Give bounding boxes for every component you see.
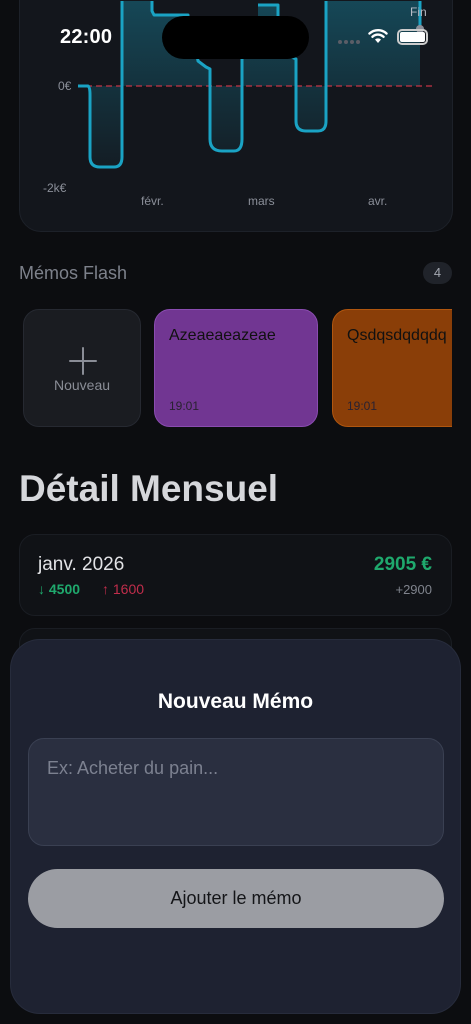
month-total: 2905 €	[373, 554, 432, 575]
memos-carousel[interactable]: Nouveau Azeaeaeazeae 19:01 Qsdqsdqdqdq 1…	[0, 309, 452, 429]
memos-section-title: Mémos Flash	[19, 263, 128, 283]
add-memo-button[interactable]: Ajouter le mémo	[28, 869, 444, 928]
new-memo-sheet: Nouveau Mémo Ajouter le mémo	[10, 639, 461, 1014]
memo-card[interactable]: Azeaeaeazeae 19:01	[154, 309, 318, 427]
chart-end-label: Fin	[410, 5, 427, 19]
memo-title: Azeaeaeazeae	[169, 327, 276, 344]
cellular-signal-icon	[338, 40, 362, 46]
memos-count-badge: 4	[423, 262, 452, 284]
sheet-title: Nouveau Mémo	[157, 690, 314, 713]
x-tick-mar: mars	[248, 194, 275, 208]
new-memo-label: Nouveau	[53, 377, 111, 393]
memo-time: 19:01	[169, 399, 200, 413]
status-time: 22:00	[60, 26, 113, 48]
x-tick-feb: févr.	[141, 194, 164, 208]
dynamic-island	[162, 16, 309, 59]
memo-card[interactable]: Qsdqsdqdqdq 19:01	[332, 309, 452, 427]
plus-icon	[69, 347, 97, 375]
month-expense: ↑ 1600	[102, 581, 145, 597]
battery-icon	[397, 29, 428, 45]
month-name: janv. 2026	[38, 554, 125, 575]
y-tick-minus-2k: -2k€	[43, 181, 67, 195]
month-row[interactable]: janv. 2026 ↓ 4500 ↑ 1600 2905 € +2900	[19, 534, 452, 616]
memo-time: 19:01	[347, 399, 378, 413]
x-tick-apr: avr.	[368, 194, 387, 208]
memo-title: Qsdqsdqdqdq	[347, 327, 447, 344]
month-delta: +2900	[395, 582, 432, 597]
wifi-icon	[368, 29, 388, 43]
y-tick-zero: 0€	[58, 79, 72, 93]
memo-text-input[interactable]	[28, 738, 444, 846]
month-income: ↓ 4500	[38, 581, 81, 597]
monthly-detail-title: Détail Mensuel	[19, 468, 279, 509]
new-memo-button[interactable]: Nouveau	[23, 309, 141, 427]
